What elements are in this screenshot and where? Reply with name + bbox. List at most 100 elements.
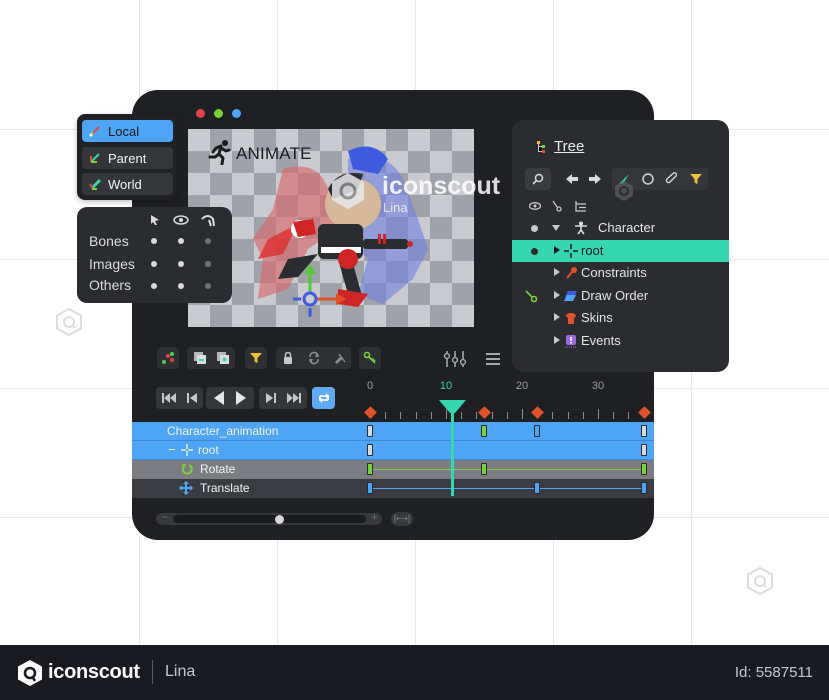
timeline-ruler[interactable]: 0 10 20 30 <box>364 378 654 420</box>
visibility-dot[interactable] <box>531 225 538 232</box>
playhead-handle[interactable] <box>439 400 466 414</box>
rotate-icon <box>181 464 193 475</box>
expand-right-icon[interactable] <box>554 313 560 321</box>
bones-bone-toggle[interactable] <box>205 238 211 244</box>
loop-icon <box>318 393 329 403</box>
key-icon[interactable] <box>525 289 539 303</box>
filter-button[interactable] <box>245 347 267 369</box>
tree-node-events[interactable]: Events <box>512 330 729 352</box>
keyframe[interactable] <box>534 482 541 494</box>
keyframe[interactable] <box>640 444 647 456</box>
timeline-track-character-animation[interactable]: Character_animation <box>132 422 654 441</box>
expand-right-icon[interactable] <box>554 335 560 344</box>
sliders-icon[interactable] <box>443 349 467 369</box>
select-arrow-icon <box>151 215 159 225</box>
step-forward-icon[interactable] <box>265 392 277 404</box>
keyframe[interactable] <box>640 463 647 475</box>
graph-button[interactable] <box>157 347 179 369</box>
images-visible-toggle[interactable] <box>178 261 184 267</box>
others-bone-toggle[interactable] <box>205 283 211 289</box>
skip-to-end-icon[interactable] <box>287 392 301 404</box>
tree-node-constraints[interactable]: Constraints <box>512 262 729 284</box>
fit-timeline-button[interactable]: [⟷] <box>391 512 413 526</box>
ruler-label: 20 <box>515 380 529 392</box>
expand-right-icon[interactable] <box>554 268 560 276</box>
tree-search-button[interactable] <box>525 168 551 190</box>
root-bone-icon <box>181 444 193 456</box>
coord-mode-parent[interactable]: Parent <box>82 147 173 169</box>
keyframe[interactable] <box>481 463 487 475</box>
window-close-button[interactable] <box>196 109 205 118</box>
keyframe[interactable] <box>367 463 373 475</box>
window-minimize-button[interactable] <box>214 109 223 118</box>
keyframe-marker[interactable] <box>478 406 491 419</box>
keyframe[interactable] <box>534 425 541 437</box>
constraints-icon <box>566 267 577 279</box>
filter-icon[interactable] <box>689 172 703 186</box>
keyframe[interactable] <box>367 482 373 494</box>
circle-icon[interactable] <box>641 172 655 186</box>
timeline-track-translate[interactable]: Translate <box>132 479 654 498</box>
parent-axes-icon <box>90 153 100 163</box>
keyframe-marker[interactable] <box>637 406 651 419</box>
skip-end-group <box>259 387 307 409</box>
lock-icon[interactable] <box>281 351 295 365</box>
bones-visible-toggle[interactable] <box>178 238 184 244</box>
paperclip-icon[interactable] <box>665 172 679 186</box>
loop-button[interactable] <box>312 387 335 409</box>
play-backward-icon[interactable] <box>213 390 225 406</box>
mute-icon[interactable] <box>333 351 347 365</box>
visibility-dot[interactable] <box>531 247 538 255</box>
images-select-toggle[interactable] <box>151 261 157 267</box>
tree-node-character[interactable]: Character <box>512 217 729 239</box>
play-group <box>206 387 254 409</box>
arrow-right-icon[interactable] <box>589 174 601 184</box>
ruler-tick <box>491 412 493 419</box>
zoom-track[interactable] <box>173 515 366 523</box>
collapse-icon[interactable]: − <box>168 442 176 457</box>
coord-mode-world[interactable]: World <box>82 173 173 195</box>
others-visible-toggle[interactable] <box>178 283 184 289</box>
timeline-zoom-slider[interactable]: − + <box>156 510 382 525</box>
step-back-icon[interactable] <box>186 392 198 404</box>
stage: ANIMATE iconscout Lina 0 10 20 30 Charac… <box>0 0 829 700</box>
images-bone-toggle[interactable] <box>205 261 211 267</box>
zoom-out-button[interactable]: − <box>161 510 168 524</box>
keyframe-marker[interactable] <box>531 406 545 419</box>
keyframe-marker[interactable] <box>364 406 377 419</box>
track-label: root <box>198 443 219 457</box>
keyframe[interactable] <box>481 425 487 437</box>
timeline-track-rotate[interactable]: Rotate <box>132 460 654 479</box>
onion-skin-icon[interactable] <box>216 351 230 365</box>
track-label: Character_animation <box>167 424 279 438</box>
zoom-in-button[interactable]: + <box>371 510 378 524</box>
bones-select-toggle[interactable] <box>151 238 157 244</box>
play-forward-icon[interactable] <box>235 390 247 406</box>
key-button[interactable] <box>359 347 381 369</box>
menu-icon[interactable] <box>486 352 500 365</box>
expand-right-icon[interactable] <box>554 290 560 299</box>
ghost-frame-icon[interactable] <box>193 351 207 365</box>
vis-row-bones: Bones <box>89 233 129 249</box>
tree-node-draw-order[interactable]: Draw Order <box>512 285 729 307</box>
track-label: Translate <box>200 481 250 495</box>
keyframe[interactable] <box>367 425 373 437</box>
coord-mode-local[interactable]: Local <box>82 120 173 142</box>
others-select-toggle[interactable] <box>151 283 157 289</box>
timeline-track-root[interactable]: − root <box>132 441 654 460</box>
expand-down-icon[interactable] <box>552 225 560 231</box>
skip-to-start-icon[interactable] <box>161 392 176 404</box>
keyframe[interactable] <box>367 444 373 456</box>
playhead-line[interactable] <box>451 412 454 496</box>
keyframe[interactable] <box>640 482 647 494</box>
arrow-left-icon[interactable] <box>566 174 578 184</box>
search-icon <box>532 173 544 185</box>
onion-skin-group <box>187 347 235 369</box>
tree-node-skins[interactable]: Skins <box>512 307 729 329</box>
keyframe[interactable] <box>640 425 647 437</box>
tree-node-root[interactable]: root <box>512 239 729 262</box>
loop-sync-icon[interactable] <box>307 351 321 365</box>
window-maximize-button[interactable] <box>232 109 241 118</box>
expand-right-icon[interactable] <box>554 245 560 254</box>
vis-row-images: Images <box>89 256 135 272</box>
